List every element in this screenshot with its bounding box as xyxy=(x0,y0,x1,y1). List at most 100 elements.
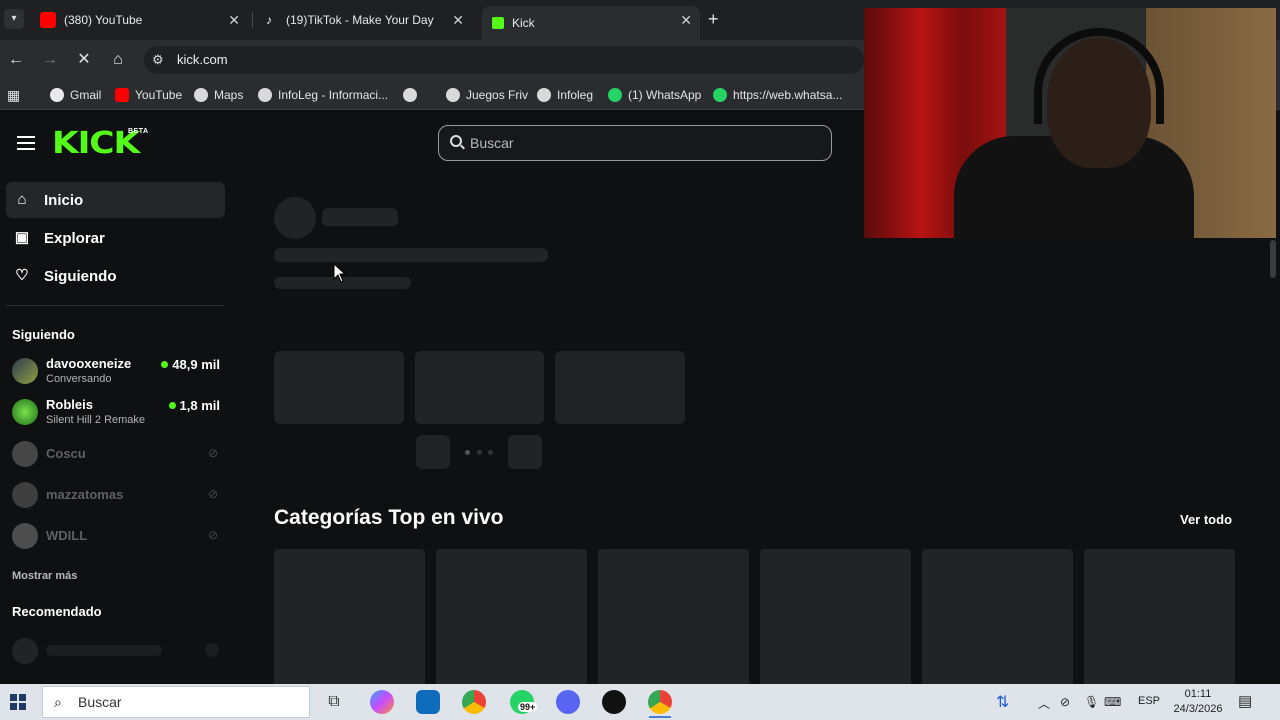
clock-date: 24/3/2026 xyxy=(1173,703,1223,715)
channel-wdill[interactable]: WDILL ⊘ xyxy=(12,519,224,555)
apps-grid-icon[interactable]: ▦ xyxy=(7,87,20,103)
category-card-skeleton[interactable] xyxy=(598,549,749,684)
stop-loading-icon[interactable]: ✕ xyxy=(74,50,94,70)
tab-tiktok[interactable]: ♪ (19)TikTok - Make Your Day ✕ xyxy=(256,6,472,34)
discord-icon[interactable] xyxy=(556,690,580,714)
kick-icon xyxy=(492,17,504,29)
search-icon: ⌕ xyxy=(54,694,62,710)
carousel-next-button[interactable] xyxy=(508,435,542,469)
carousel-prev-button[interactable] xyxy=(416,435,450,469)
channel-davooxeneize[interactable]: davooxeneize Conversando 48,9 mil xyxy=(12,354,224,390)
see-all-link[interactable]: Ver todo xyxy=(1180,512,1232,527)
notifications-icon[interactable]: ▤ xyxy=(1238,692,1252,710)
globe-icon xyxy=(446,88,460,102)
beta-badge: BETA xyxy=(128,128,149,135)
site-settings-icon[interactable]: ⚙ xyxy=(152,52,164,68)
channel-name: WDILL xyxy=(46,528,88,543)
following-title: Siguiendo xyxy=(12,327,75,342)
avatar xyxy=(12,358,38,384)
nav-label: Inicio xyxy=(44,191,84,209)
windows-start-icon[interactable] xyxy=(10,694,26,710)
bookmark-infoleg[interactable]: Infoleg xyxy=(537,87,593,103)
category-card-skeleton[interactable] xyxy=(436,549,587,684)
copilot-icon[interactable] xyxy=(370,690,394,714)
nav-explorar[interactable]: ▣ Explorar xyxy=(6,220,225,256)
category-card-skeleton[interactable] xyxy=(1084,549,1235,684)
bookmark-infoleg-info[interactable]: InfoLeg - Informaci... xyxy=(258,87,388,103)
language-indicator[interactable]: ESP xyxy=(1138,695,1160,707)
close-icon[interactable]: ✕ xyxy=(228,12,240,29)
google-icon xyxy=(50,88,64,102)
forward-icon[interactable]: → xyxy=(40,50,60,70)
tab-youtube[interactable]: (380) YouTube ✕ xyxy=(32,6,248,34)
address-url[interactable]: kick.com xyxy=(177,52,228,67)
address-bar[interactable] xyxy=(144,46,864,74)
bookmark-maps[interactable]: Maps xyxy=(194,87,243,103)
bookmark-label: https://web.whatsa... xyxy=(733,88,843,102)
system-clock[interactable]: 01:11 24/3/2026 xyxy=(1172,687,1224,717)
bookmark-whatsapp-web[interactable]: https://web.whatsa... xyxy=(713,87,842,103)
keyboard-icon[interactable]: ⌨ xyxy=(1104,695,1121,709)
bookmark-whatsapp[interactable]: (1) WhatsApp xyxy=(608,87,701,103)
skeleton-avatar xyxy=(12,638,38,664)
channel-name: Coscu xyxy=(46,446,86,461)
chrome-active-icon[interactable] xyxy=(648,690,672,714)
channel-name: davooxeneize xyxy=(46,356,132,371)
webcam-overlay xyxy=(864,8,1276,238)
close-icon[interactable]: ✕ xyxy=(452,12,464,29)
tray-app-icon[interactable]: ⇅ xyxy=(996,692,1009,712)
search-input[interactable] xyxy=(470,133,810,153)
heart-icon: ♡ xyxy=(15,267,29,284)
outlook-icon[interactable] xyxy=(416,690,440,714)
bookmark-juegos-friv[interactable]: Juegos Friv xyxy=(446,87,528,103)
nav-inicio[interactable]: ⌂ Inicio xyxy=(6,182,225,218)
menu-icon[interactable] xyxy=(17,136,35,150)
back-icon[interactable]: ← xyxy=(6,50,26,70)
bookmark-label: (1) WhatsApp xyxy=(628,88,702,102)
tab-title: Kick xyxy=(512,16,535,30)
obs-icon[interactable] xyxy=(602,690,626,714)
live-dot-icon xyxy=(161,361,169,368)
carousel-dot[interactable] xyxy=(477,450,482,455)
category-card-skeleton[interactable] xyxy=(922,549,1073,684)
bookmark-label: YouTube xyxy=(135,88,183,102)
viewer-count-value: 1,8 mil xyxy=(179,398,220,413)
chevron-up-icon[interactable]: ︿ xyxy=(1038,695,1050,712)
skeleton-line xyxy=(322,208,398,226)
bookmark-unnamed[interactable] xyxy=(403,87,423,103)
compass-icon: ▣ xyxy=(14,229,30,246)
tab-search-icon[interactable]: ▾ xyxy=(4,9,24,29)
task-view-icon[interactable]: ⧉ xyxy=(322,690,346,714)
tab-kick[interactable]: Kick ✕ xyxy=(482,6,700,40)
show-more-link[interactable]: Mostrar más xyxy=(12,570,77,582)
avatar xyxy=(12,399,38,425)
active-app-indicator xyxy=(649,716,671,718)
home-icon[interactable]: ⌂ xyxy=(108,50,128,70)
category-card-skeleton[interactable] xyxy=(274,549,425,684)
bookmark-label: Maps xyxy=(214,88,244,102)
close-icon[interactable]: ✕ xyxy=(680,12,692,29)
skeleton-card xyxy=(415,351,544,424)
bookmark-gmail[interactable]: Gmail xyxy=(50,87,101,103)
globe-icon xyxy=(258,88,272,102)
bookmark-youtube[interactable]: YouTube xyxy=(115,87,182,103)
carousel-dot[interactable] xyxy=(465,450,470,455)
chrome-icon[interactable] xyxy=(462,690,486,714)
network-icon[interactable]: ⊘ xyxy=(1060,695,1070,709)
carousel-dot[interactable] xyxy=(488,450,493,455)
home-icon: ⌂ xyxy=(17,191,27,208)
page-scrollbar[interactable] xyxy=(1270,240,1276,278)
kick-logo[interactable]: KICK xyxy=(52,126,140,161)
microphone-icon[interactable]: 🎙 xyxy=(1084,695,1099,709)
channel-mazzatomas[interactable]: mazzatomas ⊘ xyxy=(12,478,224,514)
channel-robleis[interactable]: Robleis Silent Hill 2 Remake 1,8 mil xyxy=(12,395,224,431)
new-tab-icon[interactable]: + xyxy=(708,9,719,30)
channel-coscu[interactable]: Coscu ⊘ xyxy=(12,437,224,473)
channel-category: Conversando xyxy=(46,373,112,385)
bookmark-label: InfoLeg - Informaci... xyxy=(278,88,389,102)
taskbar-search-placeholder[interactable]: Buscar xyxy=(78,694,122,710)
mouse-cursor-icon xyxy=(333,263,347,283)
recommended-title: Recomendado xyxy=(12,604,102,619)
category-card-skeleton[interactable] xyxy=(760,549,911,684)
nav-siguiendo[interactable]: ♡ Siguiendo xyxy=(6,258,225,294)
